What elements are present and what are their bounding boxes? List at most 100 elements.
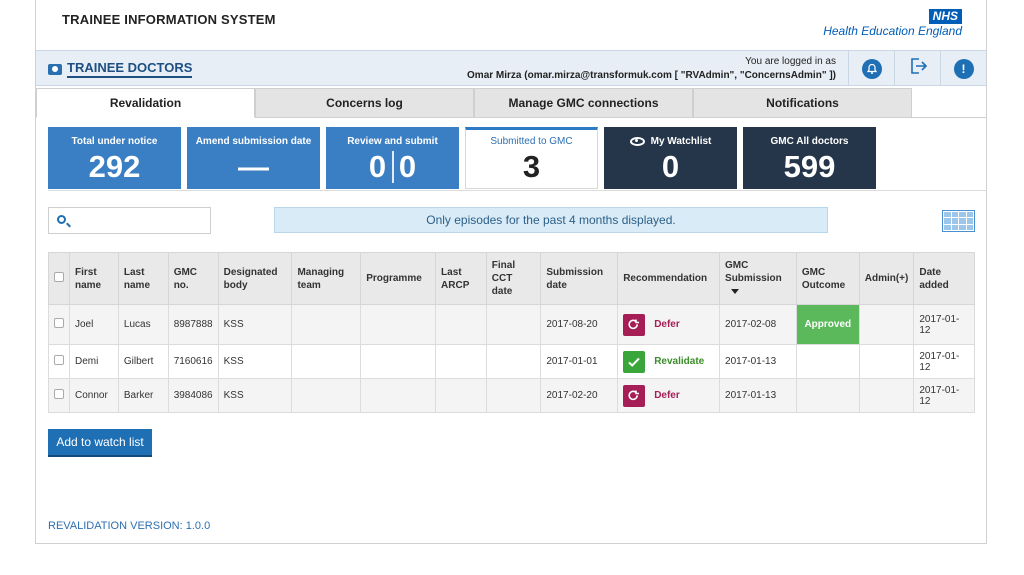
cell-last-name: Barker [117, 378, 169, 413]
cell-recommendation[interactable]: Defer [617, 304, 721, 345]
row-checkbox[interactable] [54, 389, 64, 399]
cell-gmc-submission: 2017-01-13 [719, 378, 797, 413]
col-date-added[interactable]: Date added [913, 252, 975, 305]
card-amend-submission-date[interactable]: Amend submission date — [187, 127, 320, 189]
cell-programme [360, 344, 437, 379]
cell-admin [858, 304, 915, 345]
main-tabs: Revalidation Concerns log Manage GMC con… [36, 88, 986, 118]
col-last-name[interactable]: Last name [117, 252, 169, 305]
tab-revalidation[interactable]: Revalidation [36, 88, 255, 118]
system-title: TRAINEE INFORMATION SYSTEM [62, 12, 276, 27]
nhs-logo: NHS [928, 9, 962, 24]
col-last-arcp[interactable]: Last ARCP [435, 252, 487, 305]
logout-button[interactable] [894, 51, 940, 86]
cell-first-name: Demi [69, 344, 119, 379]
cell-gmc-outcome [795, 378, 860, 413]
table-row[interactable]: Connor Barker 3984086 KSS 2017-02-20 Def… [48, 378, 975, 413]
col-gmc-no[interactable]: GMC no. [167, 252, 219, 305]
cell-final-cct-date [485, 378, 542, 413]
defer-icon [623, 384, 646, 407]
cell-gmc-outcome-approved: Approved [795, 304, 860, 345]
cell-recommendation[interactable]: Revalidate [617, 344, 721, 379]
card-value: — [238, 149, 269, 184]
col-gmc-submission[interactable]: GMC Submission [719, 252, 797, 305]
cell-recommendation[interactable]: Defer [617, 378, 721, 413]
cell-submission-date: 2017-01-01 [540, 344, 619, 379]
table-header-row: First name Last name GMC no. Designated … [48, 252, 975, 305]
summary-cards: Total under notice 292 Amend submission … [48, 127, 876, 189]
table-row[interactable]: Joel Lucas 8987888 KSS 2017-08-20 Defer … [48, 304, 975, 345]
col-final-cct-date[interactable]: Final CCT date [485, 252, 542, 305]
cell-gmc-outcome [795, 344, 860, 379]
card-my-watchlist[interactable]: My Watchlist 0 [604, 127, 737, 189]
card-title: Submitted to GMC [490, 136, 573, 147]
select-all-checkbox[interactable] [54, 271, 64, 282]
col-first-name[interactable]: First name [69, 252, 119, 305]
tab-concerns-log[interactable]: Concerns log [255, 88, 474, 118]
card-value: 292 [88, 149, 141, 184]
camera-icon [48, 63, 62, 75]
table-row[interactable]: Demi Gilbert 7160616 KSS 2017-01-01 Reva… [48, 344, 975, 379]
app-title[interactable]: TRAINEE DOCTORS [48, 60, 193, 78]
info-button[interactable]: ! [940, 51, 986, 86]
add-to-watch-list-button[interactable]: Add to watch list [48, 429, 152, 457]
cell-programme [360, 304, 437, 345]
card-divider [391, 151, 394, 183]
card-value-right: 0 [398, 149, 417, 184]
notifications-button[interactable] [848, 51, 894, 86]
cell-date-added: 2017-01-12 [913, 344, 975, 379]
info-notice: Only episodes for the past 4 months disp… [274, 207, 828, 233]
recommendation-label: Defer [654, 390, 680, 401]
col-admin[interactable]: Admin(+) [858, 252, 915, 305]
cell-submission-date: 2017-08-20 [540, 304, 619, 345]
cell-last-arcp [435, 378, 487, 413]
cell-gmc-no: 7160616 [167, 344, 219, 379]
card-submitted-to-gmc[interactable]: Submitted to GMC 3 [465, 127, 598, 189]
version-label: REVALIDATION VERSION: 1.0.0 [48, 520, 211, 532]
card-total-under-notice[interactable]: Total under notice 292 [48, 127, 181, 189]
logged-in-user: Omar Mirza (omar.mirza@transformuk.com [… [467, 70, 836, 81]
cell-gmc-submission: 2017-02-08 [719, 304, 797, 345]
card-value: 0 [661, 149, 680, 184]
logged-in-label: You are logged in as [745, 56, 836, 67]
cell-last-name: Lucas [117, 304, 169, 345]
recommendation-label: Revalidate [654, 356, 705, 367]
cell-admin [858, 378, 915, 413]
select-all-cell [48, 252, 70, 305]
cell-designated-body: KSS [217, 304, 293, 345]
cell-final-cct-date [485, 344, 542, 379]
search-input[interactable] [48, 207, 211, 234]
card-review-and-submit[interactable]: Review and submit 0 0 [326, 127, 459, 189]
cell-designated-body: KSS [217, 344, 293, 379]
check-icon [623, 350, 646, 373]
row-checkbox[interactable] [54, 318, 64, 328]
cell-programme [360, 378, 437, 413]
cell-date-added: 2017-01-12 [913, 304, 975, 345]
card-title: GMC All doctors [770, 136, 849, 147]
org-name: Health Education England [823, 24, 962, 38]
col-gmc-outcome[interactable]: GMC Outcome [795, 252, 860, 305]
col-programme[interactable]: Programme [360, 252, 437, 305]
col-recommendation[interactable]: Recommendation [617, 252, 721, 305]
card-gmc-all-doctors[interactable]: GMC All doctors 599 [743, 127, 876, 189]
card-title: Review and submit [347, 136, 438, 147]
table-view-icon[interactable] [942, 210, 975, 232]
col-submission-date[interactable]: Submission date [540, 252, 619, 305]
app-frame: TRAINEE INFORMATION SYSTEM NHS Health Ed… [35, 0, 987, 544]
row-checkbox[interactable] [54, 355, 64, 365]
col-designated-body[interactable]: Designated body [217, 252, 293, 305]
row-select-cell [48, 378, 70, 413]
doctors-table: First name Last name GMC no. Designated … [48, 252, 975, 413]
recommendation-defer: Defer [623, 384, 714, 407]
cell-admin [858, 344, 915, 379]
col-managing-team[interactable]: Managing team [291, 252, 362, 305]
cell-managing-team [291, 378, 362, 413]
tab-notifications[interactable]: Notifications [693, 88, 912, 118]
cell-gmc-submission: 2017-01-13 [719, 344, 797, 379]
row-select-cell [48, 304, 70, 345]
card-title: Amend submission date [195, 136, 312, 147]
recommendation-revalidate: Revalidate [623, 350, 714, 373]
cell-submission-date: 2017-02-20 [540, 378, 619, 413]
login-info: You are logged in as Omar Mirza (omar.mi… [467, 55, 836, 83]
tab-manage-gmc-connections[interactable]: Manage GMC connections [474, 88, 693, 118]
